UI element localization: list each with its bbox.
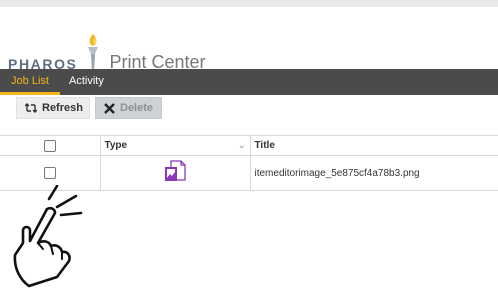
pharos-logo: PHAROS Print Center [8, 34, 206, 74]
image-file-icon [164, 159, 186, 187]
chevron-down-icon[interactable]: ⌄ [238, 140, 246, 151]
delete-button[interactable]: Delete [95, 97, 162, 119]
app-window: PHAROS Print Center Job List Activity Re… [0, 7, 498, 303]
torch-logo-icon [82, 32, 104, 74]
tab-activity[interactable]: Activity [69, 69, 104, 93]
title-header-label: Title [254, 140, 275, 151]
pointing-hand-tap-icon [5, 184, 87, 289]
refresh-button[interactable]: Refresh [16, 97, 90, 119]
row-title-cell: itemeditorimage_5e875cf4a78b3.png [249, 155, 498, 191]
job-table: Type ⌄ Title itemeditorimage_5e875cf4a78… [0, 135, 498, 191]
refresh-label: Refresh [42, 102, 83, 114]
select-all-checkbox[interactable] [43, 139, 56, 152]
delete-label: Delete [120, 102, 154, 114]
row-checkbox[interactable] [43, 167, 56, 179]
column-header-type[interactable]: Type ⌄ [99, 135, 250, 156]
column-header-title[interactable]: Title [249, 135, 498, 156]
top-nav: Job List Activity [0, 69, 498, 95]
type-header-label: Type [104, 140, 128, 151]
row-type-cell [99, 155, 250, 191]
tab-job-list[interactable]: Job List [0, 69, 60, 95]
close-icon [104, 102, 115, 114]
table-header: Type ⌄ Title [0, 135, 498, 156]
select-all-header [0, 135, 100, 156]
refresh-icon [25, 103, 37, 113]
